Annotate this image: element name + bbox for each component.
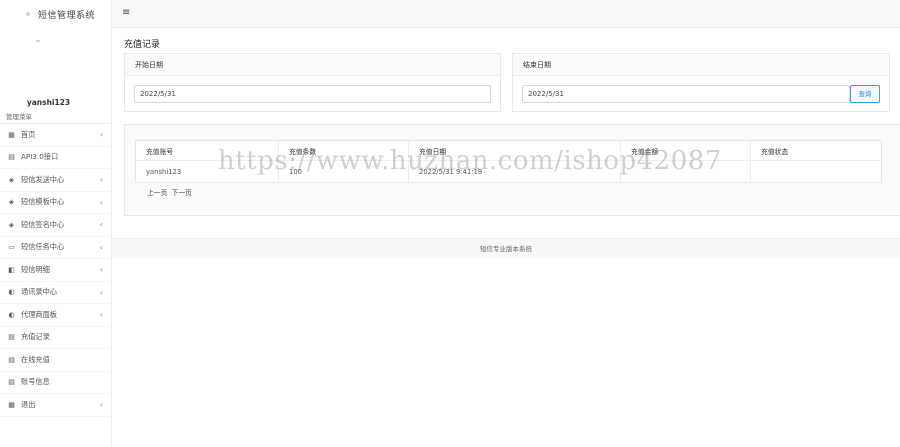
sidebar-item[interactable]: ◐ 代理商面板 ‹: [0, 304, 111, 327]
sidebar: 短信管理系统 yanshi123 管理菜单 ▦ 首页 ‹ ▤ API3.0接口 ◈ 短信发送…: [0, 0, 112, 447]
logo-dot-icon: [26, 12, 30, 16]
hamburger-menu-icon[interactable]: ≡: [122, 7, 130, 18]
calendar-icon: ▤: [8, 355, 15, 364]
dashboard-icon: ▦: [8, 130, 15, 139]
end-date-panel: 结束日期 2022/5/31 查询: [512, 53, 890, 112]
table-cell: [750, 160, 882, 183]
chevron-left-icon: ‹: [99, 400, 103, 410]
report-icon: ◧: [8, 265, 15, 274]
briefcase-icon: ▭: [8, 243, 15, 252]
brand: 短信管理系统: [0, 0, 111, 28]
sidebar-item[interactable]: ▤ 在线充值: [0, 349, 111, 372]
sidebar-item[interactable]: ▭ 短信任务中心 ‹: [0, 237, 111, 259]
sidebar-item[interactable]: ▤ 充值记录: [0, 327, 111, 349]
sidebar-item-label: 短信签名中心: [21, 219, 65, 229]
sidebar-item[interactable]: ◈ 短信发送中心 ‹: [0, 169, 111, 192]
sidebar-item[interactable]: ▤ API3.0接口: [0, 147, 111, 169]
half-circle-icon: ◐: [8, 288, 15, 297]
column-header: 充值日期: [408, 140, 621, 161]
chevron-left-icon: ‹: [99, 287, 103, 297]
layers-icon: ◈: [8, 175, 15, 184]
table-cell: [620, 160, 751, 183]
table-icon: ▦: [8, 400, 15, 409]
column-header: 充值金额: [620, 140, 751, 161]
sidebar-item[interactable]: ◧ 短信明细 ‹: [0, 259, 111, 282]
sidebar-item-label: 短信明细: [21, 264, 50, 274]
calendar-icon: ▤: [8, 153, 15, 162]
chevron-left-icon: ‹: [99, 242, 103, 252]
sidebar-item-label: 在线充值: [21, 354, 50, 364]
chevron-left-icon: ‹: [99, 220, 103, 230]
layers-icon: ◈: [8, 220, 15, 229]
next-page-link[interactable]: 下一页: [172, 189, 192, 197]
layers-icon: ◈: [8, 198, 15, 207]
sidebar-item-label: API3.0接口: [21, 152, 59, 162]
sidebar-item-label: 充值记录: [21, 332, 50, 342]
start-date-label: 开始日期: [125, 54, 500, 76]
sidebar-item[interactable]: ▤ 账号信息: [0, 372, 111, 394]
half-circle-icon: ◐: [8, 310, 15, 319]
sidebar-item[interactable]: ▦ 退出 ‹: [0, 394, 111, 417]
column-header: 充值状态: [750, 140, 882, 161]
footer: 短信专业版本系统: [112, 238, 900, 258]
column-header: 充值条数: [278, 140, 409, 161]
app-title: 短信管理系统: [38, 10, 96, 21]
table-cell: 2022/5/31 9:41:19: [408, 160, 621, 183]
username: yanshi123: [26, 98, 71, 107]
start-date-input[interactable]: 2022/5/31: [134, 85, 491, 103]
chevron-left-icon: ‹: [99, 130, 103, 140]
records-panel: 充值账号 充值条数 充值日期 充值金额 充值状态 yanshi123 100 2…: [124, 124, 900, 216]
pager: 上一页 下一页: [147, 187, 194, 197]
avatar-area: [0, 28, 111, 96]
sidebar-item[interactable]: ▦ 首页 ‹: [0, 124, 111, 147]
chevron-left-icon: ‹: [99, 265, 103, 275]
table-row: yanshi123 100 2022/5/31 9:41:19: [135, 160, 882, 183]
calendar-icon: ▤: [8, 378, 15, 387]
start-date-panel: 开始日期 2022/5/31: [124, 53, 501, 112]
topbar: ≡: [112, 0, 900, 28]
sidebar-menu: ▦ 首页 ‹ ▤ API3.0接口 ◈ 短信发送中心 ‹ ◈ 短信模板中心 ‹ ◈ 短信签名中心 ‹ ▭ 短信…: [0, 124, 111, 417]
sidebar-item-label: 代理商面板: [21, 309, 57, 319]
sidebar-item-label: 短信发送中心: [21, 174, 65, 184]
table-header-row: 充值账号 充值条数 充值日期 充值金额 充值状态: [135, 140, 882, 161]
table-cell: 100: [278, 160, 409, 183]
prev-page-link[interactable]: 上一页: [147, 189, 167, 197]
chevron-left-icon: ‹: [99, 175, 103, 185]
column-header: 充值账号: [135, 140, 279, 161]
chevron-left-icon: ‹: [99, 197, 103, 207]
page-title: 充值记录: [124, 40, 161, 50]
menu-heading: 管理菜单: [0, 110, 111, 124]
sidebar-item-label: 通讯录中心: [21, 287, 57, 297]
end-date-label: 结束日期: [513, 54, 889, 76]
sidebar-item-label: 账号信息: [21, 377, 50, 387]
sidebar-item[interactable]: ◈ 短信模板中心 ‹: [0, 192, 111, 214]
query-button[interactable]: 查询: [850, 85, 880, 103]
sidebar-item-label: 退出: [21, 399, 36, 409]
sidebar-item[interactable]: ◐ 通讯录中心 ‹: [0, 282, 111, 304]
calendar-icon: ▤: [8, 333, 15, 342]
end-date-input[interactable]: 2022/5/31: [522, 85, 850, 103]
records-table: 充值账号 充值条数 充值日期 充值金额 充值状态 yanshi123 100 2…: [135, 140, 882, 183]
sidebar-item-label: 首页: [21, 129, 36, 139]
avatar: [36, 40, 40, 42]
sidebar-item[interactable]: ◈ 短信签名中心 ‹: [0, 214, 111, 237]
main-content: 充值记录 开始日期 2022/5/31 结束日期 2022/5/31 查询 充值…: [112, 28, 900, 447]
sidebar-item-label: 短信任务中心: [21, 242, 65, 252]
table-cell: yanshi123: [135, 160, 279, 183]
sidebar-item-label: 短信模板中心: [21, 197, 65, 207]
chevron-left-icon: ‹: [99, 310, 103, 320]
